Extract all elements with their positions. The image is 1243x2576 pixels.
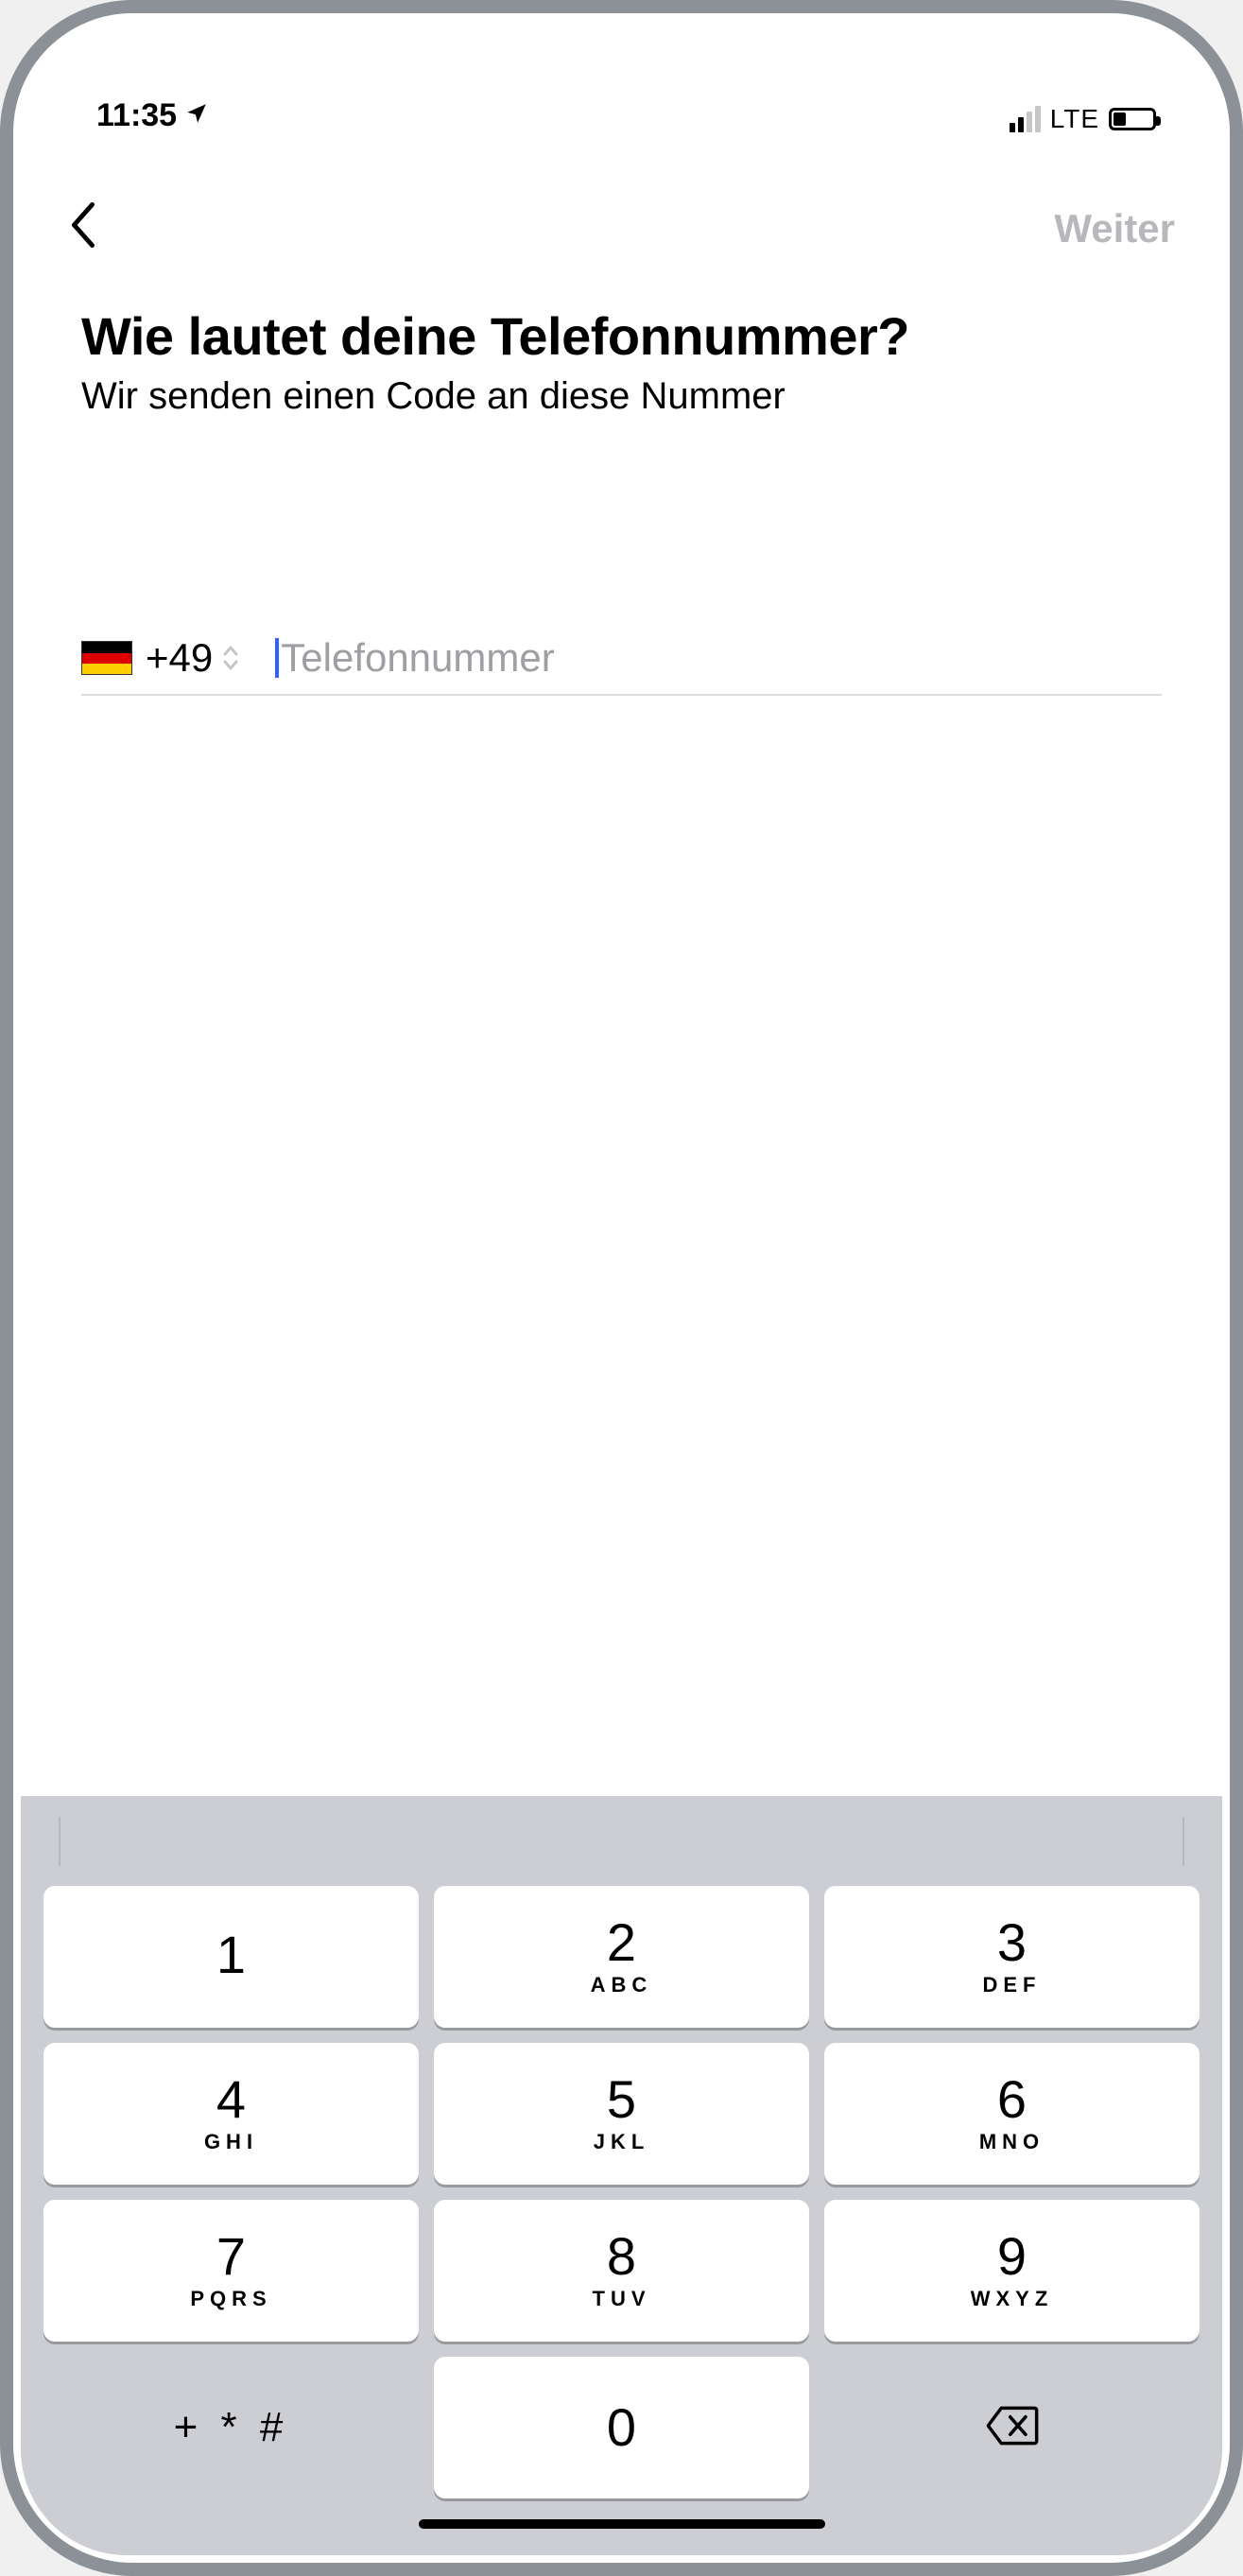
- key-8[interactable]: 8 TUV: [434, 2200, 809, 2342]
- phone-input-row: +49 Telefonnummer: [81, 635, 1162, 696]
- page-subtitle: Wir senden einen Code an diese Nummer: [81, 375, 1162, 418]
- network-label: LTE: [1050, 104, 1099, 134]
- key-delete[interactable]: [824, 2357, 1200, 2498]
- key-0[interactable]: 0: [434, 2357, 809, 2498]
- status-right: LTE: [1010, 104, 1156, 134]
- flag-germany-icon: [81, 641, 132, 675]
- accessory-separator: [59, 1817, 60, 1866]
- symbols-label: + * #: [174, 2404, 289, 2451]
- status-time: 11:35: [96, 97, 177, 134]
- key-letters: WXYZ: [971, 2287, 1054, 2311]
- key-9[interactable]: 9 WXYZ: [824, 2200, 1200, 2342]
- key-digit: 3: [997, 1916, 1027, 1969]
- key-letters: GHI: [204, 2130, 258, 2154]
- key-digit: 0: [607, 2401, 636, 2454]
- phone-input-wrap[interactable]: Telefonnummer: [275, 635, 554, 681]
- key-letters: DEF: [983, 1973, 1042, 1997]
- key-letters: PQRS: [190, 2287, 271, 2311]
- key-digit: 6: [997, 2073, 1027, 2126]
- key-digit: 5: [607, 2073, 636, 2126]
- status-bar: 11:35 LTE: [21, 59, 1222, 134]
- home-indicator[interactable]: [419, 2519, 825, 2529]
- key-symbols[interactable]: + * #: [43, 2357, 419, 2498]
- key-letters: ABC: [591, 1973, 653, 1997]
- status-left: 11:35: [96, 97, 209, 134]
- device-frame: 11:35 LTE Weiter Wie lautet deine Tel: [0, 0, 1243, 2576]
- key-letters: MNO: [979, 2130, 1044, 2154]
- numeric-keyboard: 1 2 ABC 3 DEF 4 GHI 5 JKL: [21, 1796, 1222, 2555]
- phone-placeholder: Telefonnummer: [281, 635, 554, 681]
- location-icon: [184, 97, 209, 134]
- key-digit: 9: [997, 2230, 1027, 2283]
- cellular-signal-icon: [1010, 106, 1041, 132]
- dial-code: +49: [146, 635, 213, 681]
- text-cursor: [275, 638, 279, 678]
- nav-bar: Weiter: [21, 172, 1222, 285]
- page-title: Wie lautet deine Telefonnummer?: [81, 304, 1162, 368]
- chevron-left-icon: [68, 202, 98, 248]
- key-digit: 2: [607, 1916, 636, 1969]
- delete-icon: [986, 2405, 1039, 2451]
- key-5[interactable]: 5 JKL: [434, 2043, 809, 2185]
- next-button[interactable]: Weiter: [1054, 206, 1175, 251]
- key-3[interactable]: 3 DEF: [824, 1886, 1200, 2028]
- country-selector[interactable]: +49: [81, 635, 241, 681]
- battery-icon: [1109, 108, 1156, 130]
- key-letters: TUV: [593, 2287, 651, 2311]
- key-7[interactable]: 7 PQRS: [43, 2200, 419, 2342]
- key-digit: 4: [216, 2073, 246, 2126]
- key-1[interactable]: 1: [43, 1886, 419, 2028]
- keyboard-accessory-bar: [21, 1796, 1222, 1886]
- content: Wie lautet deine Telefonnummer? Wir send…: [21, 285, 1222, 1796]
- accessory-separator: [1183, 1817, 1184, 1866]
- key-6[interactable]: 6 MNO: [824, 2043, 1200, 2185]
- key-digit: 7: [216, 2230, 246, 2283]
- chevron-up-down-icon: [220, 644, 241, 672]
- key-4[interactable]: 4 GHI: [43, 2043, 419, 2185]
- key-2[interactable]: 2 ABC: [434, 1886, 809, 2028]
- key-digit: 8: [607, 2230, 636, 2283]
- key-digit: 1: [216, 1928, 246, 1981]
- back-button[interactable]: [59, 202, 108, 256]
- screen: 11:35 LTE Weiter Wie lautet deine Tel: [21, 21, 1222, 2555]
- key-letters: JKL: [594, 2130, 650, 2154]
- keypad-grid: 1 2 ABC 3 DEF 4 GHI 5 JKL: [21, 1886, 1222, 2498]
